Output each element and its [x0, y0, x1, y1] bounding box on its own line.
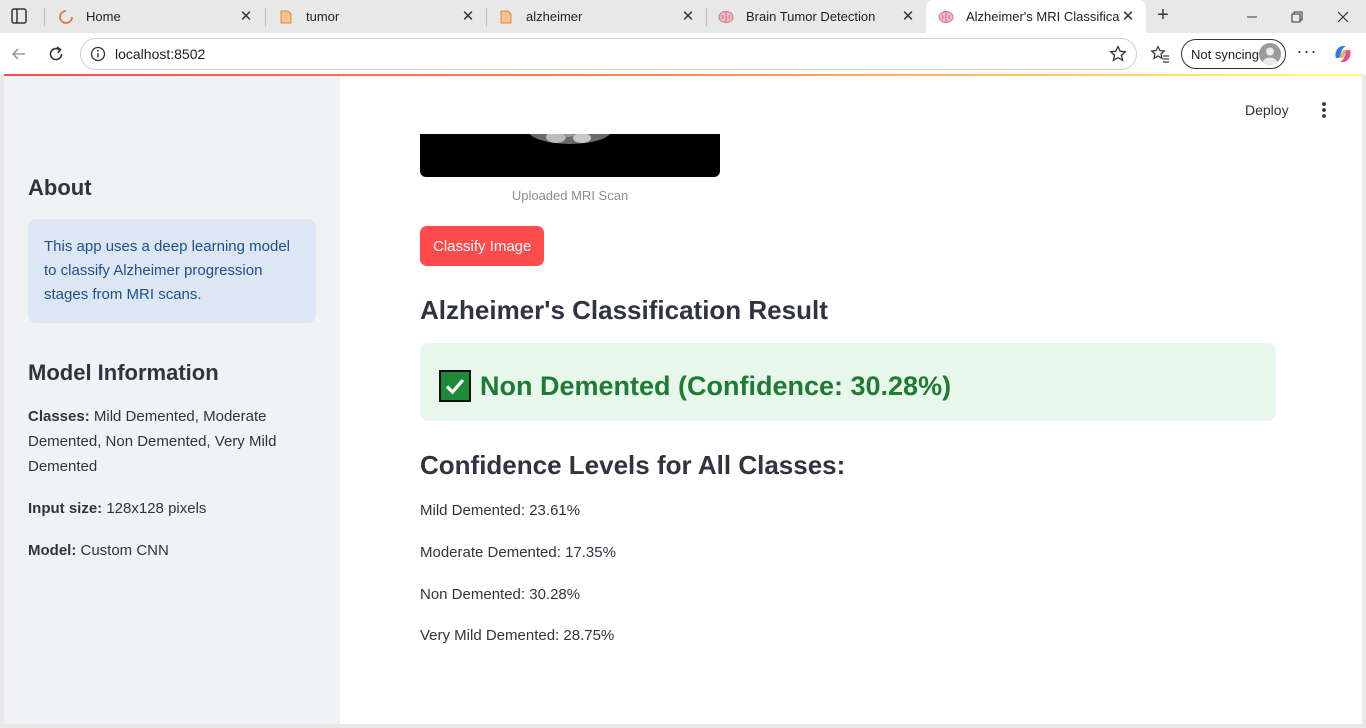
deploy-button[interactable]: Deploy	[1245, 102, 1289, 118]
tab-title: Alzheimer's MRI Classification	[966, 9, 1120, 24]
tab-separator	[44, 8, 45, 26]
document-icon	[278, 9, 294, 25]
input-size-label: Input size:	[28, 500, 103, 517]
back-arrow-icon[interactable]	[6, 41, 32, 67]
close-icon[interactable]: ✕	[238, 8, 254, 25]
close-icon[interactable]: ✕	[680, 8, 696, 25]
restore-icon[interactable]	[1274, 0, 1320, 33]
site-info-icon[interactable]	[90, 46, 106, 62]
model-info: Model: Custom CNN	[28, 538, 308, 563]
image-caption: Uploaded MRI Scan	[511, 188, 629, 203]
sync-label: Not syncing	[1191, 46, 1259, 62]
confidence-item: Mild Demented: 23.61%	[420, 502, 581, 519]
tab-alzheimers-mri-classification[interactable]: Alzheimer's MRI Classification ✕	[926, 0, 1146, 33]
address-input[interactable]: localhost:8502	[80, 38, 1137, 70]
close-icon[interactable]: ✕	[1120, 8, 1136, 25]
close-icon[interactable]: ✕	[460, 8, 476, 25]
url-text: localhost:8502	[115, 46, 206, 62]
copilot-icon[interactable]	[1331, 42, 1355, 66]
close-window-icon[interactable]	[1320, 0, 1366, 33]
streamlit-loading-icon	[58, 9, 74, 25]
confidence-item: Moderate Demented: 17.35%	[420, 544, 616, 561]
about-text: This app uses a deep learning model to c…	[44, 238, 290, 303]
classes-info: Classes: Mild Demented, Moderate Demente…	[28, 404, 308, 479]
tab-title: alzheimer	[526, 9, 583, 24]
more-options-icon[interactable]: ···	[1296, 42, 1318, 64]
result-heading: Alzheimer's Classification Result	[420, 295, 828, 325]
main-content: Deploy Uploaded MRI Scan Classify Image …	[340, 76, 1362, 724]
favorites-icon[interactable]	[1150, 44, 1170, 64]
confidence-item: Very Mild Demented: 28.75%	[420, 627, 615, 644]
minimize-icon[interactable]	[1229, 0, 1275, 33]
browser-tab-bar: Home ✕ tumor ✕ alzheimer ✕ Brain Tumor D…	[0, 0, 1366, 33]
model-value: Custom CNN	[80, 542, 169, 559]
model-info-heading: Model Information	[28, 360, 219, 385]
reload-icon[interactable]	[43, 41, 69, 67]
result-text: Non Demented (Confidence: 30.28%)	[480, 371, 952, 401]
sidebar: About This app uses a deep learning mode…	[4, 76, 340, 724]
tab-title: tumor	[306, 9, 340, 24]
about-heading: About	[28, 175, 92, 200]
tab-actions-icon[interactable]	[8, 6, 30, 26]
confidence-item: Non Demented: 30.28%	[420, 586, 581, 603]
confidence-heading: Confidence Levels for All Classes:	[420, 450, 846, 480]
favorite-star-icon[interactable]	[1108, 44, 1128, 64]
classify-image-button[interactable]: Classify Image	[420, 226, 545, 266]
classes-label: Classes:	[28, 408, 90, 425]
check-mark-icon	[439, 370, 471, 402]
avatar	[1259, 43, 1281, 65]
main-menu-icon[interactable]	[1314, 98, 1334, 122]
model-label: Model:	[28, 542, 77, 559]
brain-icon	[718, 9, 734, 25]
tab-alzheimer[interactable]: alzheimer ✕	[486, 0, 706, 33]
tab-brain-tumor-detection[interactable]: Brain Tumor Detection ✕	[706, 0, 926, 33]
mri-scan-image	[420, 134, 720, 177]
result-success-box: Non Demented (Confidence: 30.28%)	[420, 343, 1276, 421]
input-size-info: Input size: 128x128 pixels	[28, 496, 308, 521]
sync-button[interactable]: Not syncing	[1181, 39, 1286, 69]
window-border	[1362, 75, 1366, 728]
tab-title: Brain Tumor Detection	[746, 9, 876, 24]
tab-home[interactable]: Home ✕	[46, 0, 264, 33]
tab-tumor[interactable]: tumor ✕	[266, 0, 486, 33]
address-bar-row: localhost:8502 Not syncing ···	[0, 33, 1366, 75]
about-info-box: This app uses a deep learning model to c…	[28, 219, 316, 323]
new-tab-button[interactable]: +	[1151, 4, 1175, 28]
document-icon	[498, 9, 514, 25]
close-icon[interactable]: ✕	[900, 8, 916, 25]
input-size-value: 128x128 pixels	[106, 500, 207, 517]
window-border	[0, 724, 1366, 728]
tab-title: Home	[86, 9, 121, 24]
brain-icon	[938, 9, 954, 25]
